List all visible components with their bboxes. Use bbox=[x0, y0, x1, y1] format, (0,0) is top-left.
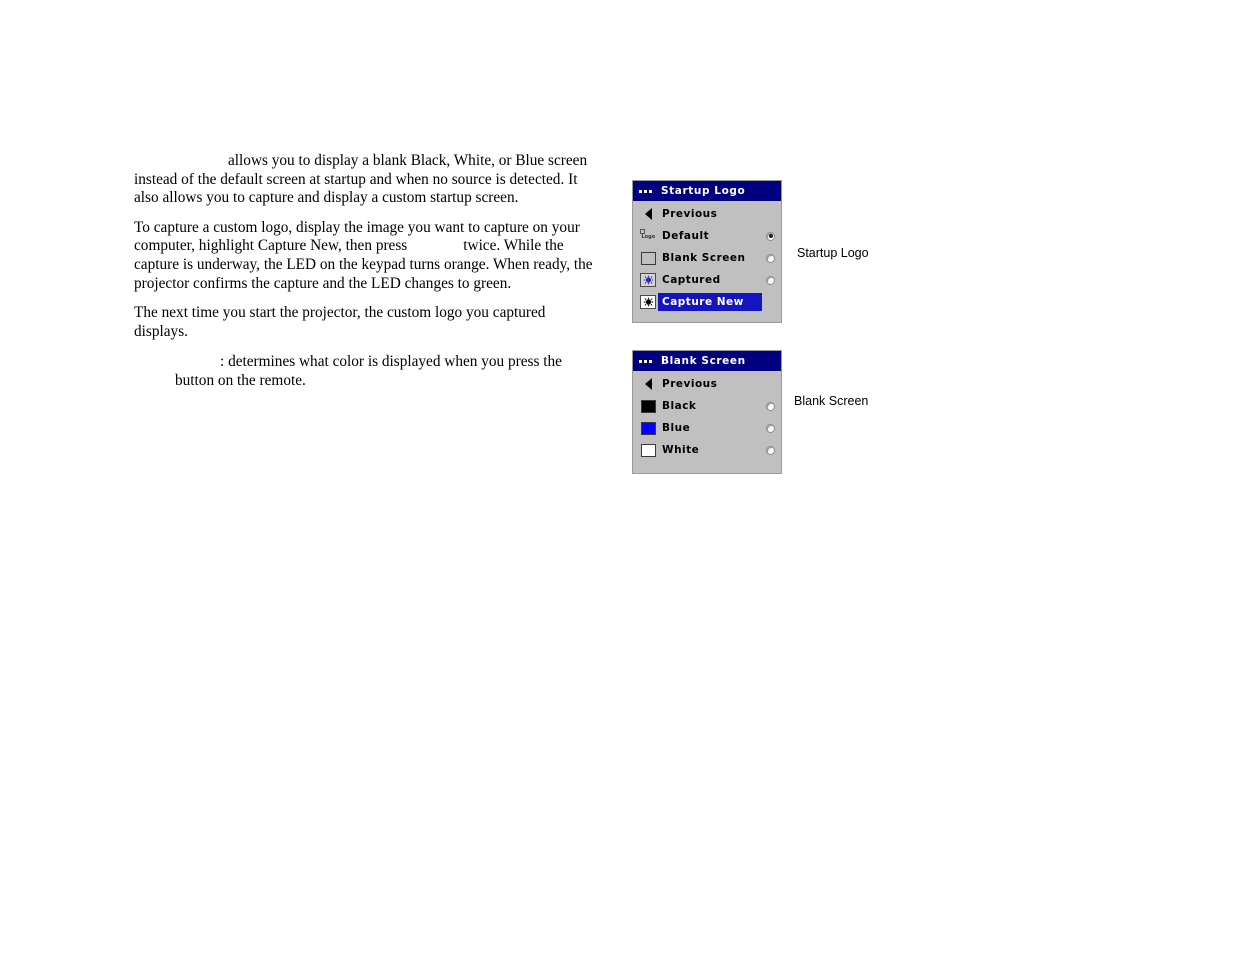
paragraph-3: The next time you start the projector, t… bbox=[134, 304, 546, 340]
radio-white[interactable] bbox=[766, 445, 775, 455]
menu-item-label: Blank Screen bbox=[662, 252, 746, 264]
captured-burst-icon bbox=[637, 273, 659, 287]
menu-item-previous[interactable]: Previous bbox=[633, 203, 781, 225]
osd-title: Blank Screen bbox=[661, 355, 746, 367]
menu-dots-icon bbox=[639, 189, 652, 193]
menu-item-label: Previous bbox=[662, 378, 718, 390]
swatch-white-icon bbox=[637, 443, 659, 457]
menu-item-previous[interactable]: Previous bbox=[633, 373, 781, 395]
caption-blank-screen: Blank Screen bbox=[794, 394, 869, 408]
menu-item-captured[interactable]: Captured bbox=[633, 269, 781, 291]
caption-startup-logo: Startup Logo bbox=[797, 246, 869, 260]
menu-item-capture-new[interactable]: Capture New bbox=[633, 291, 781, 313]
osd-title: Startup Logo bbox=[661, 185, 746, 197]
osd-titlebar: Blank Screen bbox=[633, 351, 781, 371]
menu-item-blue[interactable]: Blue bbox=[633, 417, 781, 439]
menu-item-label: Blue bbox=[662, 422, 691, 434]
radio-blue[interactable] bbox=[766, 423, 775, 433]
default-logo-icon: Logo bbox=[637, 228, 659, 244]
menu-item-label: White bbox=[662, 444, 700, 456]
menu-item-default[interactable]: Logo Default bbox=[633, 225, 781, 247]
menu-item-label: Captured bbox=[662, 274, 721, 286]
menu-item-black[interactable]: Black bbox=[633, 395, 781, 417]
back-triangle-icon bbox=[637, 208, 659, 220]
radio-blank-screen[interactable] bbox=[766, 253, 775, 263]
menu-item-white[interactable]: White bbox=[633, 439, 781, 461]
menu-item-label: Previous bbox=[662, 208, 718, 220]
back-triangle-icon bbox=[637, 378, 659, 390]
osd-menu-blank-screen: Blank Screen Previous Black Blue White bbox=[632, 350, 782, 474]
paragraph-1: allows you to display a blank Black, Whi… bbox=[134, 152, 588, 207]
document-body: allows you to display a blank Black, Whi… bbox=[134, 152, 596, 402]
paragraph-2: To capture a custom logo, display the im… bbox=[134, 219, 596, 293]
menu-item-label: Default bbox=[662, 230, 710, 242]
blank-screen-icon bbox=[637, 251, 659, 265]
radio-captured[interactable] bbox=[766, 275, 775, 285]
osd-body: Previous Black Blue White bbox=[633, 371, 781, 461]
paragraph-4: : determines what color is displayed whe… bbox=[175, 353, 562, 389]
menu-item-label: Black bbox=[662, 400, 697, 412]
osd-menu-startup-logo: Startup Logo Previous Logo Default Blank… bbox=[632, 180, 782, 323]
osd-body: Previous Logo Default Blank Screen Captu… bbox=[633, 201, 781, 313]
menu-dots-icon bbox=[639, 359, 652, 363]
swatch-blue-icon bbox=[637, 421, 659, 435]
swatch-black-icon bbox=[637, 399, 659, 413]
radio-default[interactable] bbox=[766, 231, 775, 241]
menu-item-blank-screen[interactable]: Blank Screen bbox=[633, 247, 781, 269]
menu-item-label: Capture New bbox=[662, 296, 744, 308]
osd-titlebar: Startup Logo bbox=[633, 181, 781, 201]
radio-black[interactable] bbox=[766, 401, 775, 411]
capture-new-icon bbox=[637, 295, 659, 309]
